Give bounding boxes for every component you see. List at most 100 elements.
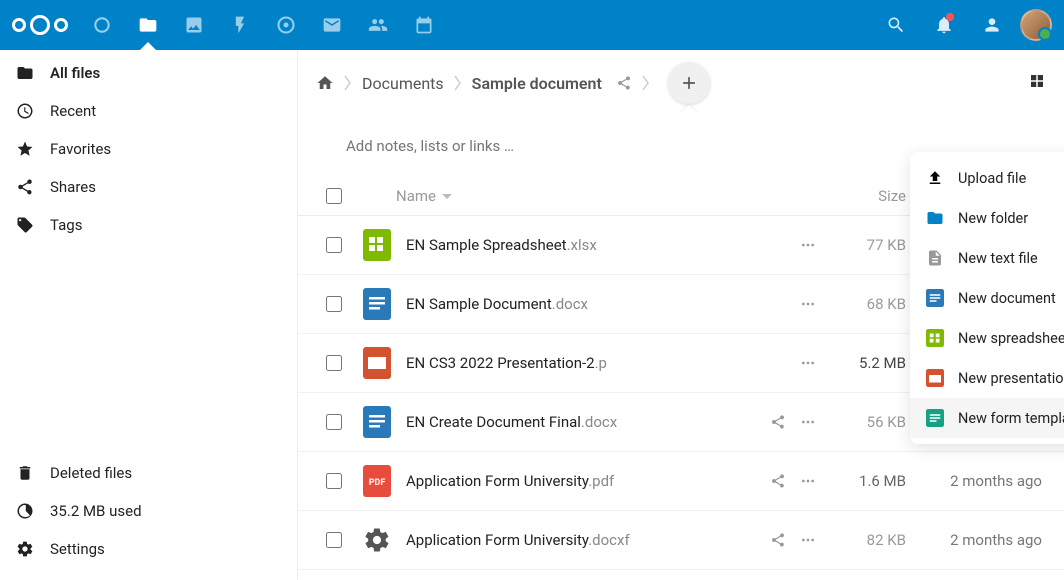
dropdown-item-folder[interactable]: New folder (910, 198, 1064, 238)
search-icon[interactable] (876, 5, 916, 45)
add-button[interactable] (668, 62, 710, 104)
nav-talk[interactable] (266, 5, 306, 45)
sidebar-item-label: All files (50, 64, 100, 82)
sidebar-item-recent[interactable]: Recent (0, 92, 297, 130)
row-checkbox[interactable] (326, 296, 342, 312)
pie-icon (16, 502, 34, 520)
more-icon[interactable] (800, 237, 816, 253)
dropdown-item-label: New form template (958, 410, 1064, 427)
content-area: Documents Sample document Name Size Modi… (298, 50, 1064, 580)
file-row[interactable]: PDF Application Form University.pdf 1.6 … (298, 452, 1064, 511)
share-icon[interactable] (616, 75, 632, 91)
tag-icon (16, 216, 34, 234)
sidebar-item-all-files[interactable]: All files (0, 54, 297, 92)
dropdown-item-label: New document (958, 290, 1056, 307)
star-icon (16, 140, 34, 158)
dropdown-item-sheet[interactable]: New spreadsheet (910, 318, 1064, 358)
file-type-icon (360, 346, 394, 380)
nav-mail[interactable] (312, 5, 352, 45)
dropdown-item-form[interactable]: New form template (910, 398, 1064, 438)
row-checkbox[interactable] (326, 532, 342, 548)
dropdown-item-label: New text file (958, 250, 1038, 267)
file-size: 56 KB (816, 413, 906, 431)
file-name[interactable]: EN Create Document Final.docx (406, 413, 770, 431)
row-checkbox[interactable] (326, 414, 342, 430)
row-checkbox[interactable] (326, 355, 342, 371)
file-type-icon: PDF (360, 464, 394, 498)
nav-photos[interactable] (174, 5, 214, 45)
file-row[interactable]: Application Form University.docxf 82 KB … (298, 511, 1064, 570)
file-size: 82 KB (816, 531, 906, 549)
more-icon[interactable] (800, 414, 816, 430)
notification-dot (946, 13, 954, 21)
top-bar (0, 0, 1064, 50)
plus-icon (679, 73, 699, 93)
sidebar-item-label: Tags (50, 216, 82, 234)
file-modified: 2 months ago (906, 472, 1046, 490)
chevron-right-icon (344, 75, 352, 91)
sidebar-item-settings[interactable]: Settings (0, 530, 297, 568)
user-contacts-icon[interactable] (972, 5, 1012, 45)
sidebar: All files Recent Favorites Shares Tags D… (0, 50, 298, 580)
chevron-right-icon (642, 75, 650, 91)
more-icon[interactable] (800, 532, 816, 548)
breadcrumb-parent[interactable]: Documents (362, 74, 444, 93)
dropdown-item-pres[interactable]: New presentation (910, 358, 1064, 398)
file-type-icon (360, 405, 394, 439)
file-type-icon (360, 287, 394, 321)
share-icon[interactable] (770, 414, 786, 430)
sort-icon (442, 191, 452, 201)
svg-text:PDF: PDF (369, 478, 386, 488)
sidebar-item-label: Recent (50, 102, 96, 120)
file-type-icon (360, 228, 394, 262)
file-size: 5.2 MB (816, 354, 906, 372)
file-name[interactable]: EN Sample Spreadsheet.xlsx (406, 236, 770, 254)
select-all-checkbox[interactable] (326, 188, 342, 204)
column-size[interactable]: Size (816, 187, 906, 205)
dropdown-item-label: New presentation (958, 370, 1064, 387)
file-name[interactable]: EN CS3 2022 Presentation-2.p (406, 354, 770, 372)
new-menu-dropdown: Upload file New folder New text file New do… (910, 152, 1064, 444)
more-icon[interactable] (800, 473, 816, 489)
gear-icon (16, 540, 34, 558)
folder-icon (16, 64, 34, 82)
sidebar-item-shares[interactable]: Shares (0, 168, 297, 206)
share-icon[interactable] (770, 532, 786, 548)
sidebar-item-favorites[interactable]: Favorites (0, 130, 297, 168)
file-name[interactable]: EN Sample Document.docx (406, 295, 770, 313)
dropdown-item-label: New folder (958, 210, 1028, 227)
share-icon[interactable] (770, 473, 786, 489)
column-name[interactable]: Name (352, 187, 816, 205)
dropdown-item-upload[interactable]: Upload file (910, 158, 1064, 198)
more-icon[interactable] (800, 355, 816, 371)
dropdown-item-label: Upload file (958, 170, 1026, 187)
nav-files[interactable] (128, 5, 168, 45)
app-logo[interactable] (12, 15, 68, 35)
nav-activity[interactable] (220, 5, 260, 45)
grid-view-toggle[interactable] (1028, 72, 1046, 94)
user-avatar[interactable] (1020, 9, 1052, 41)
file-name[interactable]: Application Form University.docxf (406, 531, 770, 549)
sidebar-item-quota: 35.2 MB used (0, 492, 297, 530)
more-icon[interactable] (800, 296, 816, 312)
breadcrumb: Documents Sample document (298, 50, 1064, 116)
dropdown-item-doc[interactable]: New document (910, 278, 1064, 318)
row-checkbox[interactable] (326, 473, 342, 489)
file-name[interactable]: Application Form University.pdf (406, 472, 770, 490)
share-icon (16, 178, 34, 196)
file-size: 68 KB (816, 295, 906, 313)
sidebar-item-label: 35.2 MB used (50, 502, 142, 520)
nav-calendar[interactable] (404, 5, 444, 45)
breadcrumb-current[interactable]: Sample document (472, 74, 602, 93)
clock-icon (16, 102, 34, 120)
trash-icon (16, 464, 34, 482)
sidebar-item-label: Settings (50, 540, 105, 558)
nav-dashboard[interactable] (82, 5, 122, 45)
row-checkbox[interactable] (326, 237, 342, 253)
sidebar-item-deleted[interactable]: Deleted files (0, 454, 297, 492)
notifications-icon[interactable] (924, 5, 964, 45)
home-icon[interactable] (316, 74, 334, 92)
sidebar-item-tags[interactable]: Tags (0, 206, 297, 244)
dropdown-item-text[interactable]: New text file (910, 238, 1064, 278)
nav-contacts[interactable] (358, 5, 398, 45)
